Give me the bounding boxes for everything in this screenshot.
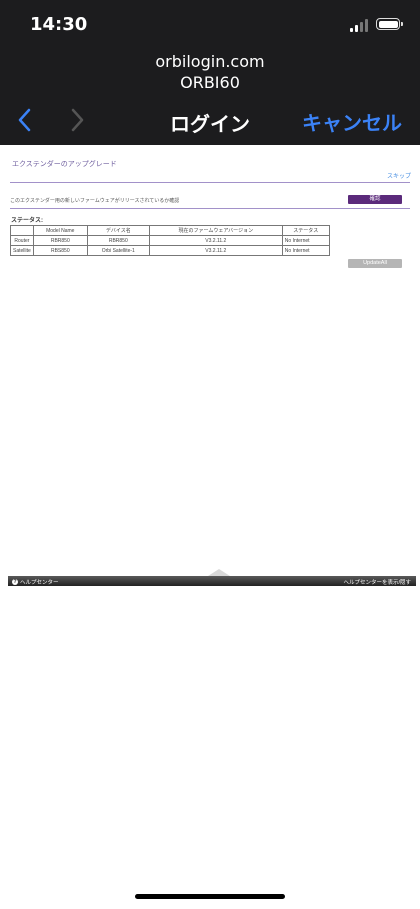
chevron-right-icon[interactable] xyxy=(68,108,86,132)
table-cell: RBR850 xyxy=(32,235,88,246)
table-cell: RBR850 xyxy=(86,235,150,246)
table-header-row: Model Name デバイス名 現在のファームウェアバージョン ステータス xyxy=(10,225,330,236)
table-header: ステータス xyxy=(281,225,330,236)
table-cell: No Internet xyxy=(281,245,330,256)
divider xyxy=(10,182,410,183)
browser-chrome: 14:30 orbilogin.com ORBI60 ログイン キャンセル xyxy=(0,0,420,145)
host-label: orbilogin.com xyxy=(155,52,265,71)
status-heading: ステータス: xyxy=(11,218,43,224)
table-row: Router RBR850 RBR850 V3.2.11.2 No Intern… xyxy=(10,235,330,246)
table-cell: Satellite xyxy=(10,245,34,256)
battery-icon xyxy=(376,18,403,30)
status-time: 14:30 xyxy=(30,14,88,35)
device-label: ORBI60 xyxy=(180,73,240,92)
table-header: 現在のファームウェアバージョン xyxy=(148,225,283,236)
table-cell: V3.2.11.2 xyxy=(148,245,283,256)
home-indicator[interactable] xyxy=(135,894,285,899)
confirm-button[interactable]: 確認 xyxy=(348,195,402,204)
check-description: このエクステンダー用の新しいファームウェアがリリースされているか確認 xyxy=(10,198,180,204)
help-toggle-link[interactable]: ヘルプセンターを表示/隠す xyxy=(343,578,411,586)
help-center-link[interactable]: ? ヘルプセンター xyxy=(12,578,59,586)
question-circle-icon: ? xyxy=(12,579,18,585)
table-cell: Orbi Satellite-1 xyxy=(86,245,150,256)
firmware-table: Model Name デバイス名 現在のファームウェアバージョン ステータス R… xyxy=(10,225,330,256)
table-cell: V3.2.11.2 xyxy=(148,235,283,246)
table-cell: Router xyxy=(10,235,34,246)
help-center-label: ヘルプセンター xyxy=(20,580,59,586)
update-all-button[interactable]: UpdateAll xyxy=(348,259,402,268)
divider xyxy=(10,208,410,209)
table-cell: RBS850 xyxy=(32,245,88,256)
cancel-button[interactable]: キャンセル xyxy=(302,107,402,136)
table-header xyxy=(10,225,34,236)
table-cell: No Internet xyxy=(281,235,330,246)
chevron-left-icon[interactable] xyxy=(16,108,34,132)
help-center-bar[interactable]: ? ヘルプセンター ヘルプセンターを表示/隠す xyxy=(8,569,416,586)
triangle-up-icon[interactable] xyxy=(208,569,230,576)
web-content: エクステンダーのアップグレード スキップ このエクステンダー用の新しいファームウ… xyxy=(0,145,420,585)
table-header: デバイス名 xyxy=(86,225,150,236)
skip-link[interactable]: スキップ xyxy=(387,171,411,180)
upgrade-title: エクステンダーのアップグレード xyxy=(12,161,117,168)
table-header: Model Name xyxy=(32,225,88,236)
table-row: Satellite RBS850 Orbi Satellite-1 V3.2.1… xyxy=(10,245,330,256)
cellular-signal-icon xyxy=(350,18,370,32)
